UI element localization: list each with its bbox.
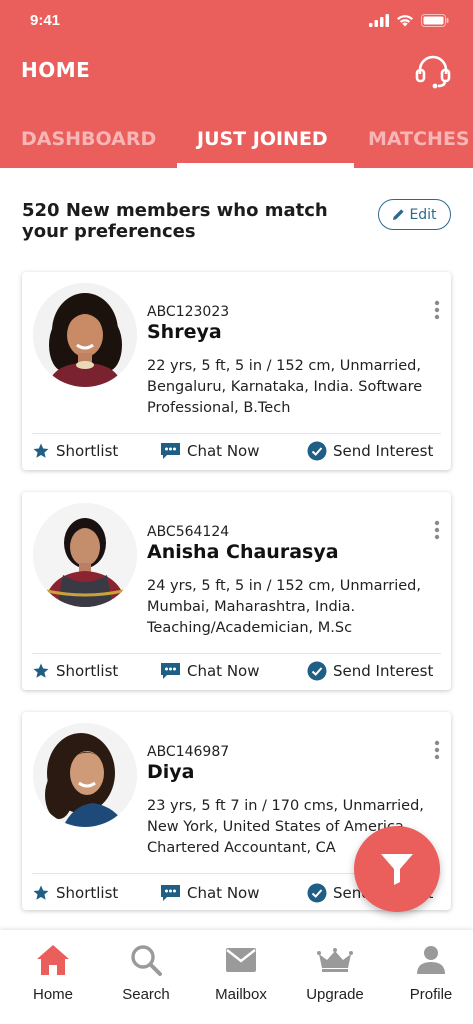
- chat-now-label: Chat Now: [187, 442, 260, 460]
- wifi-icon: [397, 15, 413, 27]
- status-bar: 9:41: [0, 0, 473, 44]
- profile-card[interactable]: ABC564124 Anisha Chaurasya 24 yrs, 5 ft,…: [22, 492, 451, 690]
- signal-icon: [369, 14, 389, 27]
- profile-id: ABC146987: [147, 744, 230, 760]
- shortlist-button[interactable]: Shortlist: [32, 660, 118, 682]
- profile-id: ABC564124: [147, 524, 230, 540]
- check-circle-icon: [307, 883, 327, 903]
- edit-preferences-button[interactable]: Edit: [378, 199, 451, 230]
- chat-now-label: Chat Now: [187, 884, 260, 902]
- profile-name[interactable]: Diya: [147, 761, 195, 783]
- edit-label: Edit: [409, 206, 437, 223]
- chat-icon: [161, 885, 180, 901]
- send-interest-button[interactable]: Send Interest: [307, 440, 433, 462]
- nav-upgrade[interactable]: Upgrade: [288, 930, 382, 1024]
- profile-details: 24 yrs, 5 ft, 5 in / 152 cm, Unmarried, …: [147, 578, 421, 636]
- star-icon: [33, 663, 49, 678]
- nav-upgrade-label: Upgrade: [306, 986, 364, 1003]
- more-options-icon[interactable]: [434, 520, 440, 540]
- check-circle-icon: [307, 661, 327, 681]
- tab-just-joined[interactable]: JUST JOINED: [197, 128, 328, 150]
- chat-icon: [161, 443, 180, 459]
- crown-icon: [317, 948, 353, 972]
- nav-search[interactable]: Search: [99, 930, 193, 1024]
- battery-icon: [421, 14, 449, 27]
- app-header: 9:41 HOME DASHBOARD JUST JOINED MATCHES: [0, 0, 473, 168]
- nav-profile[interactable]: Profile: [384, 930, 473, 1024]
- profile-id: ABC123023: [147, 304, 230, 320]
- headset-support-icon[interactable]: [414, 52, 452, 90]
- chat-icon: [161, 663, 180, 679]
- send-interest-label: Send Interest: [333, 442, 434, 460]
- active-tab-indicator: [177, 163, 354, 168]
- tab-dashboard[interactable]: DASHBOARD: [21, 128, 156, 150]
- nav-home-label: Home: [32, 986, 73, 1003]
- shortlist-label: Shortlist: [56, 884, 119, 902]
- chat-now-label: Chat Now: [187, 662, 260, 680]
- filter-icon: [381, 854, 413, 885]
- new-members-summary: 520 New members who match your preferenc…: [22, 200, 328, 242]
- tab-matches[interactable]: MATCHES: [368, 128, 470, 150]
- shortlist-label: Shortlist: [56, 662, 119, 680]
- more-options-icon[interactable]: [434, 740, 440, 760]
- status-icons: [369, 14, 449, 27]
- check-circle-icon: [307, 441, 327, 461]
- star-icon: [33, 885, 49, 900]
- chat-now-button[interactable]: Chat Now: [160, 882, 260, 904]
- status-time: 9:41: [30, 12, 61, 29]
- tab-bar: DASHBOARD JUST JOINED MATCHES: [0, 125, 473, 168]
- profile-photo-shreya[interactable]: [33, 283, 137, 387]
- card-divider: [32, 653, 441, 654]
- nav-profile-label: Profile: [409, 986, 453, 1003]
- more-options-icon[interactable]: [434, 300, 440, 320]
- card-divider: [32, 433, 441, 434]
- star-icon: [33, 443, 49, 458]
- shortlist-button[interactable]: Shortlist: [32, 440, 118, 462]
- nav-mailbox[interactable]: Mailbox: [194, 930, 288, 1024]
- profile-details: 22 yrs, 5 ft, 5 in / 152 cm, Unmarried, …: [147, 358, 423, 416]
- nav-search-label: Search: [122, 986, 170, 1003]
- bottom-navigation: Home Search Mailbox Upgrade Profile: [0, 930, 473, 1024]
- send-interest-button[interactable]: Send Interest: [307, 660, 433, 682]
- search-icon: [131, 945, 162, 976]
- filter-button[interactable]: [354, 826, 440, 912]
- send-interest-label: Send Interest: [333, 662, 434, 680]
- person-icon: [417, 946, 445, 974]
- nav-mailbox-label: Mailbox: [215, 986, 267, 1003]
- profile-card[interactable]: ABC123023 Shreya 22 yrs, 5 ft, 5 in / 15…: [22, 272, 451, 470]
- shortlist-button[interactable]: Shortlist: [32, 882, 118, 904]
- page-title: HOME: [21, 58, 91, 82]
- shortlist-label: Shortlist: [56, 442, 119, 460]
- profile-name[interactable]: Shreya: [147, 321, 222, 343]
- home-icon: [37, 945, 69, 975]
- profile-photo-anisha[interactable]: [33, 503, 137, 607]
- profile-name[interactable]: Anisha Chaurasya: [147, 541, 339, 563]
- chat-now-button[interactable]: Chat Now: [160, 440, 260, 462]
- nav-home[interactable]: Home: [6, 930, 100, 1024]
- profile-photo-diya[interactable]: [33, 723, 137, 827]
- chat-now-button[interactable]: Chat Now: [160, 660, 260, 682]
- mail-icon: [226, 948, 256, 972]
- pencil-icon: [393, 209, 405, 220]
